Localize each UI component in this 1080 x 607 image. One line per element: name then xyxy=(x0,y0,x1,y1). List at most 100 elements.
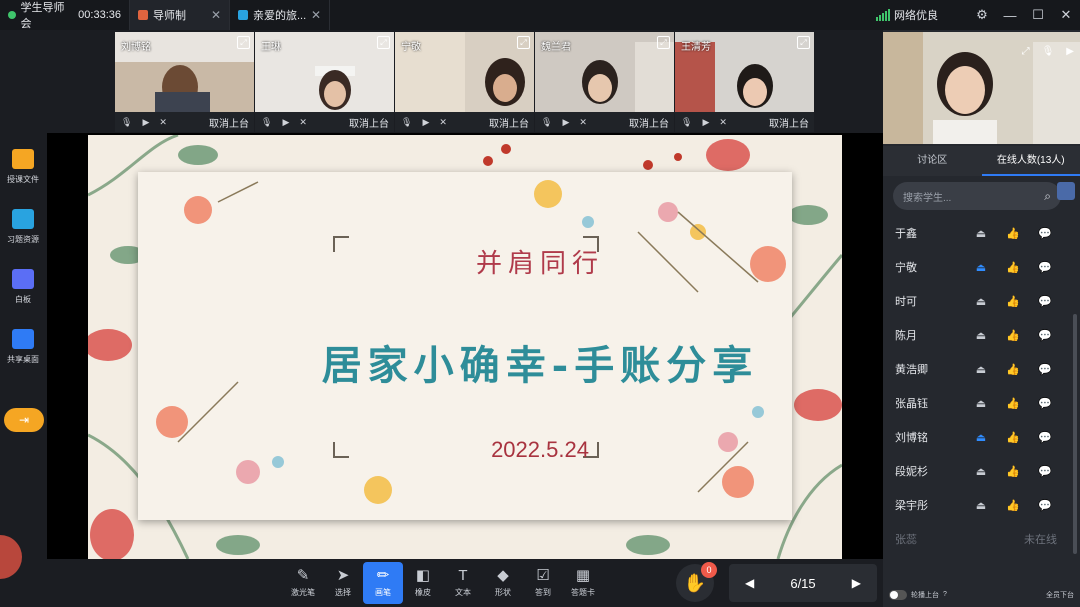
list-item[interactable]: 张晶钰 ⏏ 👍 💬 xyxy=(883,386,1073,420)
search-icon[interactable]: ⌕ xyxy=(1044,189,1051,204)
help-icon[interactable]: ? xyxy=(943,591,947,598)
remove-from-stage-button[interactable]: 取消上台 xyxy=(489,115,529,130)
mute-icon[interactable]: ✕ xyxy=(719,117,727,128)
tab-discussion[interactable]: 讨论区 xyxy=(883,146,982,176)
student-search-input[interactable]: 搜索学生... ⌕ xyxy=(893,182,1061,210)
tab-meeting[interactable]: 学生导师会 00:33:36 xyxy=(0,0,130,30)
stage-icon[interactable]: ⏏ xyxy=(965,295,997,308)
stage-icon[interactable]: ⏏ xyxy=(965,465,997,478)
stage-icon[interactable]: ⏏ xyxy=(965,329,997,342)
prev-page-button[interactable]: ◀ xyxy=(745,576,754,590)
like-icon[interactable]: 👍 xyxy=(997,499,1029,512)
mic-icon[interactable]: 🎙 xyxy=(681,117,692,128)
stage-icon[interactable]: ⏏ xyxy=(965,397,997,410)
camera-icon[interactable]: ▶ xyxy=(1066,46,1074,57)
camera-icon[interactable]: ▶ xyxy=(282,117,289,128)
text-tool[interactable]: T 文本 xyxy=(443,562,483,604)
list-item[interactable]: 刘博铭 ⏏ 👍 💬 xyxy=(883,420,1073,454)
chat-icon[interactable]: 💬 xyxy=(1029,227,1061,240)
app-badge-icon[interactable] xyxy=(1057,182,1075,200)
avatar[interactable] xyxy=(0,535,22,579)
mic-icon[interactable]: 🎙 xyxy=(261,117,272,128)
camera-icon[interactable]: ▶ xyxy=(702,117,709,128)
chat-icon[interactable]: 💬 xyxy=(1029,397,1061,410)
video-tile[interactable]: 王清芳 ⤢ 🎙 ▶ ✕ 取消上台 xyxy=(675,32,815,132)
like-icon[interactable]: 👍 xyxy=(997,431,1029,444)
expand-icon[interactable]: ⤢ xyxy=(797,36,810,49)
video-tile[interactable]: 魏兰君 ⤢ 🎙 ▶ ✕ 取消上台 xyxy=(535,32,675,132)
rotate-stage-toggle[interactable] xyxy=(889,589,907,600)
eraser-tool[interactable]: ◧ 橡皮 xyxy=(403,562,443,604)
list-item[interactable]: 于鑫 ⏏ 👍 💬 xyxy=(883,216,1073,250)
like-icon[interactable]: 👍 xyxy=(997,295,1029,308)
stage-icon[interactable]: ⏏ xyxy=(965,227,997,240)
list-item[interactable]: 梁宇彤 ⏏ 👍 💬 xyxy=(883,488,1073,522)
camera-icon[interactable]: ▶ xyxy=(422,117,429,128)
video-tile[interactable]: 宁敬 ⤢ 🎙 ▶ ✕ 取消上台 xyxy=(395,32,535,132)
remove-from-stage-button[interactable]: 取消上台 xyxy=(209,115,249,130)
scrollbar[interactable] xyxy=(1073,314,1077,554)
chat-icon[interactable]: 💬 xyxy=(1029,499,1061,512)
settings-icon[interactable]: ⚙ xyxy=(968,7,996,23)
list-item[interactable]: 张蕊 未在线 xyxy=(883,522,1073,556)
teacher-video[interactable]: ⤢ 🎙 ▶ xyxy=(883,32,1080,144)
minimize-button[interactable]: — xyxy=(996,8,1024,23)
mute-icon[interactable]: ✕ xyxy=(579,117,587,128)
chat-icon[interactable]: 💬 xyxy=(1029,363,1061,376)
tab-ppt[interactable]: 导师制 ✕ xyxy=(130,0,230,30)
answer-card-tool[interactable]: ▦ 答题卡 xyxy=(563,562,603,604)
mic-icon[interactable]: 🎙 xyxy=(541,117,552,128)
remove-from-stage-button[interactable]: 取消上台 xyxy=(349,115,389,130)
tab-online-users[interactable]: 在线人数(13人) xyxy=(981,146,1080,176)
mic-icon[interactable]: 🎙 xyxy=(121,117,132,128)
list-item[interactable]: 黄浩卿 ⏏ 👍 💬 xyxy=(883,352,1073,386)
remove-from-stage-button[interactable]: 取消上台 xyxy=(629,115,669,130)
mute-icon[interactable]: ✕ xyxy=(439,117,447,128)
like-icon[interactable]: 👍 xyxy=(997,465,1029,478)
video-tile[interactable]: 刘博铭 ⤢ 🎙 ▶ ✕ 取消上台 xyxy=(115,32,255,132)
expand-icon[interactable]: ⤢ xyxy=(1022,46,1030,57)
chat-icon[interactable]: 💬 xyxy=(1029,295,1061,308)
all-off-stage-button[interactable]: 全员下台 xyxy=(1046,590,1074,600)
exit-button[interactable]: ⇥ xyxy=(4,408,44,432)
shape-tool[interactable]: ◆ 形状 xyxy=(483,562,523,604)
course-files-button[interactable]: 授课文件 xyxy=(0,137,46,197)
expand-icon[interactable]: ⤢ xyxy=(517,36,530,49)
next-page-button[interactable]: ▶ xyxy=(852,576,861,590)
tab-doc[interactable]: 亲爱的旅... ✕ xyxy=(230,0,330,30)
like-icon[interactable]: 👍 xyxy=(997,363,1029,376)
chat-icon[interactable]: 💬 xyxy=(1029,465,1061,478)
checkin-tool[interactable]: ☑ 答到 xyxy=(523,562,563,604)
close-icon[interactable]: ✕ xyxy=(311,8,321,22)
close-icon[interactable]: ✕ xyxy=(211,8,221,22)
mic-icon[interactable]: 🎙 xyxy=(1042,46,1055,57)
chat-icon[interactable]: 💬 xyxy=(1029,261,1061,274)
pen-tool[interactable]: ✏ 画笔 xyxy=(363,562,403,604)
like-icon[interactable]: 👍 xyxy=(997,397,1029,410)
expand-icon[interactable]: ⤢ xyxy=(377,36,390,49)
like-icon[interactable]: 👍 xyxy=(997,227,1029,240)
select-tool[interactable]: ➤ 选择 xyxy=(323,562,363,604)
list-item[interactable]: 陈月 ⏏ 👍 💬 xyxy=(883,318,1073,352)
like-icon[interactable]: 👍 xyxy=(997,261,1029,274)
chat-icon[interactable]: 💬 xyxy=(1029,431,1061,444)
stage-icon[interactable]: ⏏ xyxy=(965,363,997,376)
video-tile[interactable]: 王琳 ⤢ 🎙 ▶ ✕ 取消上台 xyxy=(255,32,395,132)
camera-icon[interactable]: ▶ xyxy=(142,117,149,128)
remove-from-stage-button[interactable]: 取消上台 xyxy=(769,115,809,130)
stage-icon[interactable]: ⏏ xyxy=(965,431,997,444)
list-item[interactable]: 宁敬 ⏏ 👍 💬 xyxy=(883,250,1073,284)
expand-icon[interactable]: ⤢ xyxy=(657,36,670,49)
stage-icon[interactable]: ⏏ xyxy=(965,261,997,274)
close-button[interactable]: ✕ xyxy=(1052,7,1080,23)
expand-icon[interactable]: ⤢ xyxy=(237,36,250,49)
mute-icon[interactable]: ✕ xyxy=(299,117,307,128)
mic-icon[interactable]: 🎙 xyxy=(401,117,412,128)
list-item[interactable]: 时可 ⏏ 👍 💬 xyxy=(883,284,1073,318)
maximize-button[interactable]: ☐ xyxy=(1024,7,1052,23)
like-icon[interactable]: 👍 xyxy=(997,329,1029,342)
chat-icon[interactable]: 💬 xyxy=(1029,329,1061,342)
stage-icon[interactable]: ⏏ xyxy=(965,499,997,512)
laser-pointer-tool[interactable]: ✎ 激光笔 xyxy=(283,562,323,604)
list-item[interactable]: 段妮杉 ⏏ 👍 💬 xyxy=(883,454,1073,488)
